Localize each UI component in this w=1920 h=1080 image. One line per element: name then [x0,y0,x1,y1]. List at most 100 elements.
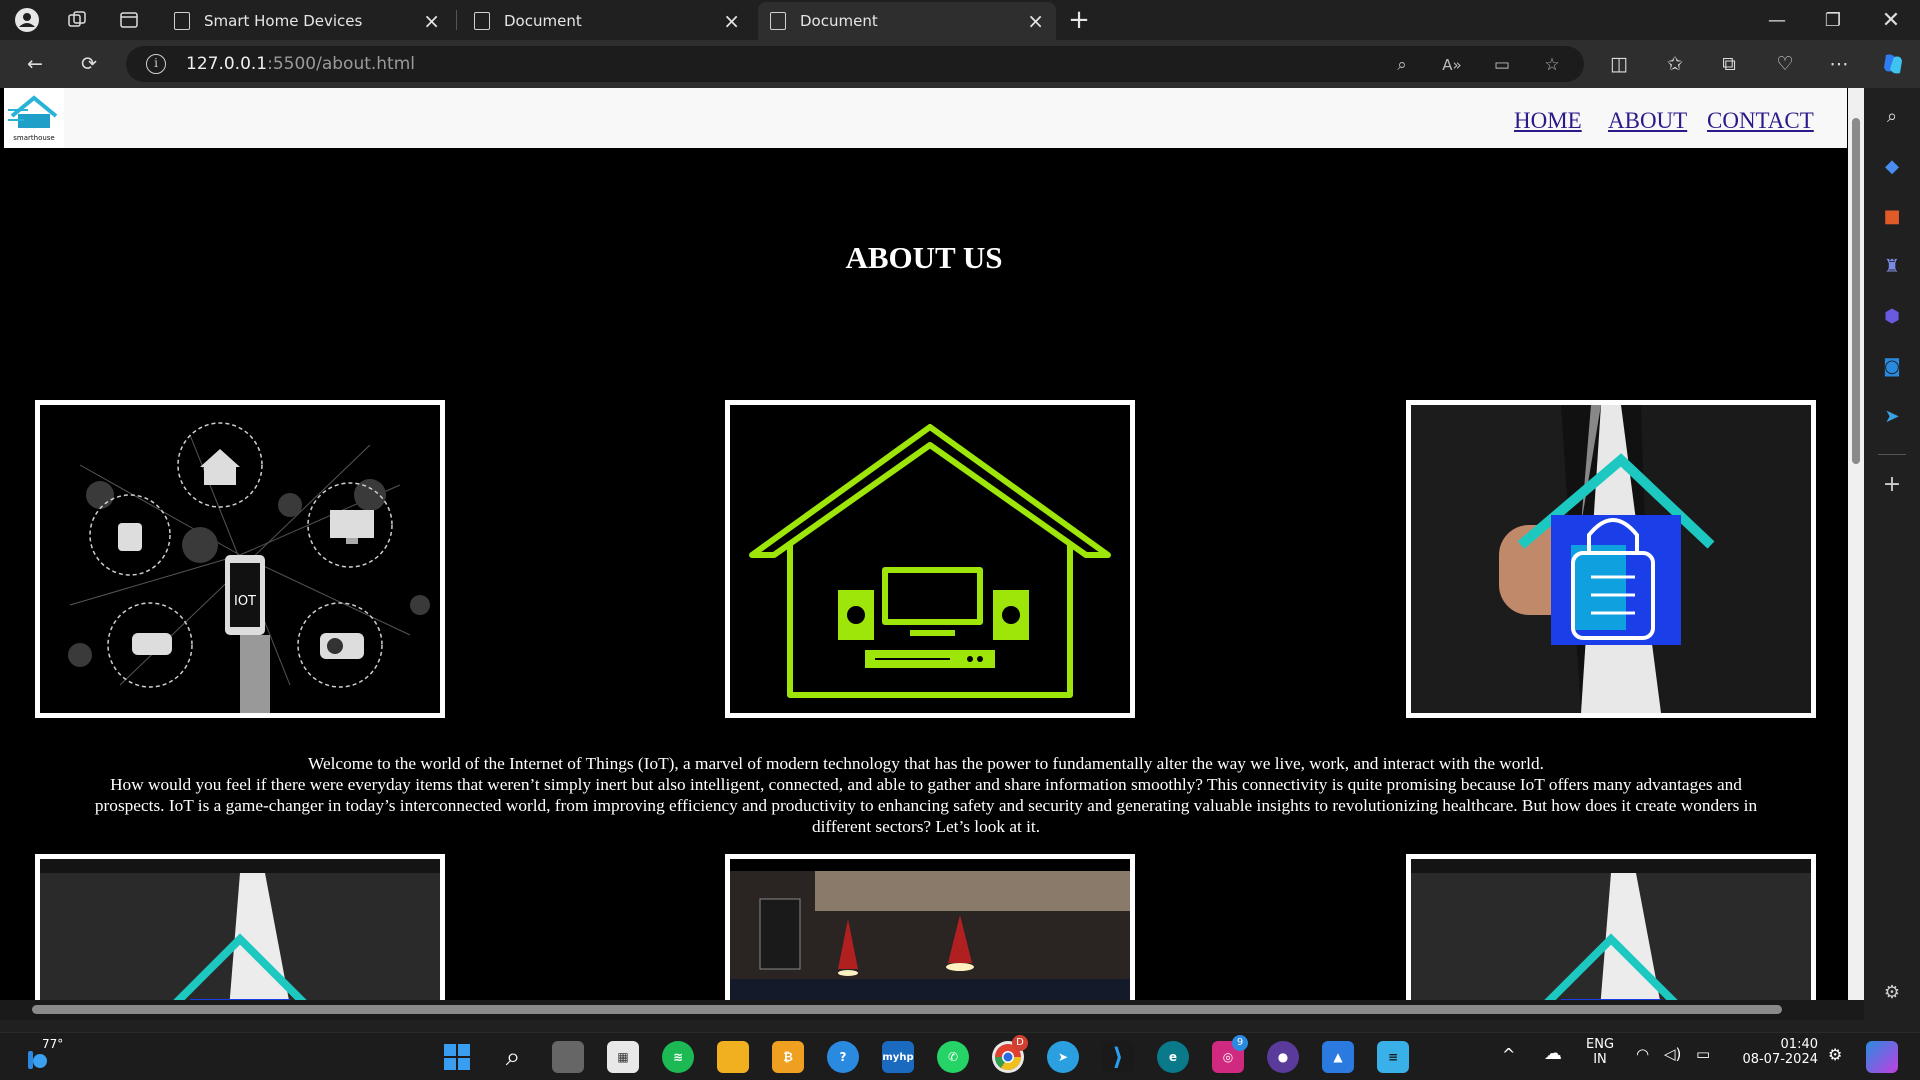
windows-taskbar: 77° ⌕ ▦ ≋ ₿ ? myhp ✆ D ➤ ⟩ e ◎ 9 ● ▲ ≡ ^… [0,1032,1920,1080]
smart-home-image [730,405,1130,713]
paragraph-line-body: How would you feel if there were everyda… [94,775,1758,836]
spotify-icon[interactable]: ≋ [662,1041,694,1073]
sidebar-settings-icon[interactable]: ⚙ [1880,980,1904,1004]
svg-text:IOT: IOT [234,594,256,609]
collections-icon[interactable]: ⧉ [1714,50,1744,78]
notifications-icon[interactable]: ⚙ [1828,1045,1842,1064]
page-icon [174,12,190,30]
drop-icon[interactable]: ➤ [1880,404,1904,428]
browser-title-bar: Smart Home Devices × Document × Document… [0,0,1920,40]
outlook-icon[interactable]: ◙ [1880,354,1904,378]
onedrive-icon[interactable]: ☁ [1544,1043,1562,1064]
nav-home-link[interactable]: HOME [1514,108,1582,134]
tab-smart-home-devices[interactable]: Smart Home Devices × [162,2,452,40]
minimize-icon[interactable]: — [1752,0,1802,40]
games-icon[interactable]: ♜ [1880,254,1904,278]
page-heading: ABOUT US [845,240,1003,275]
horizontal-scroll-thumb[interactable] [32,1005,1782,1014]
help-icon[interactable]: ? [827,1041,859,1073]
smart-security-image [1411,405,1811,713]
split-screen-icon[interactable]: ◫ [1604,50,1634,78]
site-info-icon[interactable]: i [146,54,166,74]
browser-toolbar: ← ⟳ i 127.0.0.1:5500/about.html ⌕ A» ▭ ☆… [0,40,1920,88]
profile-icon[interactable] [12,6,42,34]
new-tab-icon[interactable]: + [1064,5,1094,35]
url-text[interactable]: 127.0.0.1:5500/about.html [186,54,415,74]
immersive-reader-icon[interactable]: ▭ [1490,54,1514,76]
read-aloud-icon[interactable]: A» [1440,54,1464,76]
tools-icon[interactable]: ■ [1880,204,1904,228]
tab-document-active[interactable]: Document × [758,2,1056,40]
whatsapp-icon[interactable]: ✆ [937,1041,969,1073]
volume-icon[interactable]: ◁) [1664,1045,1681,1063]
notes-app-icon[interactable]: ₿ [772,1041,804,1073]
iot-network-image: IOT [40,405,440,713]
svg-text:smarthouse: smarthouse [13,134,55,142]
file-explorer-icon[interactable] [717,1041,749,1073]
start-menu-icon[interactable] [441,1041,473,1073]
task-view-icon[interactable] [552,1041,584,1073]
microsoft-store-icon[interactable]: ▦ [607,1041,639,1073]
microsoft-365-icon[interactable]: ⬢ [1880,304,1904,328]
site-navbar: smarthouse HOME ABOUT CONTACT [4,88,1847,148]
instagram-badge: 9 [1232,1035,1248,1051]
workspaces-icon[interactable] [62,6,92,34]
show-hidden-icons[interactable]: ^ [1502,1045,1515,1064]
vertical-scrollbar[interactable] [1848,88,1864,1000]
restore-icon[interactable]: ❐ [1808,0,1858,40]
zoom-icon[interactable]: ⌕ [1390,54,1414,76]
weather-temp: 77° [42,1037,64,1051]
sidebar-divider [1878,454,1906,455]
favorites-icon[interactable]: ✩ [1660,50,1690,78]
edge-icon[interactable]: e [1157,1041,1189,1073]
copilot-icon[interactable] [1878,50,1908,78]
nav-about-link[interactable]: ABOUT [1608,108,1687,134]
close-tab-icon[interactable]: × [723,9,740,33]
copilot-taskbar-icon[interactable] [1866,1041,1898,1073]
card-iot-network: IOT [35,400,445,718]
chrome-badge: D [1012,1035,1028,1051]
add-sidebar-app-icon[interactable]: + [1880,472,1904,497]
photos-icon[interactable]: ▲ [1322,1041,1354,1073]
favorite-star-icon[interactable]: ☆ [1540,54,1564,76]
wifi-icon[interactable]: ◠ [1636,1045,1649,1063]
notepad-icon[interactable]: ≡ [1377,1041,1409,1073]
tab-actions-icon[interactable] [114,6,144,34]
horizontal-scrollbar[interactable] [0,1000,1864,1020]
more-menu-icon[interactable]: ⋯ [1824,50,1854,78]
back-icon[interactable]: ← [20,50,50,78]
close-tab-icon[interactable]: × [423,9,440,33]
battery-icon[interactable]: ▭ [1696,1045,1710,1063]
myhp-icon[interactable]: myhp [882,1041,914,1073]
edge-sidebar: ⌕ ◆ ■ ♜ ⬢ ◙ ➤ + ⚙ [1864,88,1920,1020]
smart-security-image-3 [1411,859,1811,1020]
refresh-icon[interactable]: ⟳ [74,50,104,78]
card-security-repeat-2 [1406,854,1816,1020]
tab-document-1[interactable]: Document × [462,2,752,40]
vscode-icon[interactable]: ⟩ [1102,1041,1134,1073]
tab-divider [456,10,457,30]
close-window-icon[interactable]: ✕ [1866,0,1916,40]
card-smart-security [1406,400,1816,718]
card-security-repeat-1 [35,854,445,1020]
shopping-tag-icon[interactable]: ◆ [1880,154,1904,178]
about-paragraph: Welcome to the world of the Internet of … [86,753,1766,837]
telegram-icon[interactable]: ➤ [1047,1041,1079,1073]
smarthouse-logo[interactable]: smarthouse [4,88,64,148]
browser-essentials-icon[interactable]: ♡ [1770,50,1800,78]
language-indicator[interactable]: ENG IN [1586,1037,1614,1067]
search-taskbar-icon[interactable]: ⌕ [497,1041,529,1073]
github-icon[interactable]: ● [1267,1041,1299,1073]
search-icon[interactable]: ⌕ [1880,104,1904,128]
nav-contact-link[interactable]: CONTACT [1707,108,1814,134]
address-bar[interactable]: i 127.0.0.1:5500/about.html ⌕ A» ▭ ☆ [126,46,1584,82]
close-tab-icon[interactable]: × [1027,9,1044,33]
page-icon [474,12,490,30]
page-viewport: smarthouse HOME ABOUT CONTACT ABOUT US I… [0,88,1864,1020]
clock[interactable]: 01:40 08-07-2024 [1738,1037,1818,1067]
interior-lighting-image [730,859,1130,1020]
card-smart-home [725,400,1135,718]
paragraph-line-intro: Welcome to the world of the Internet of … [308,754,1544,773]
vertical-scroll-thumb[interactable] [1852,118,1860,464]
page-icon [770,12,786,30]
